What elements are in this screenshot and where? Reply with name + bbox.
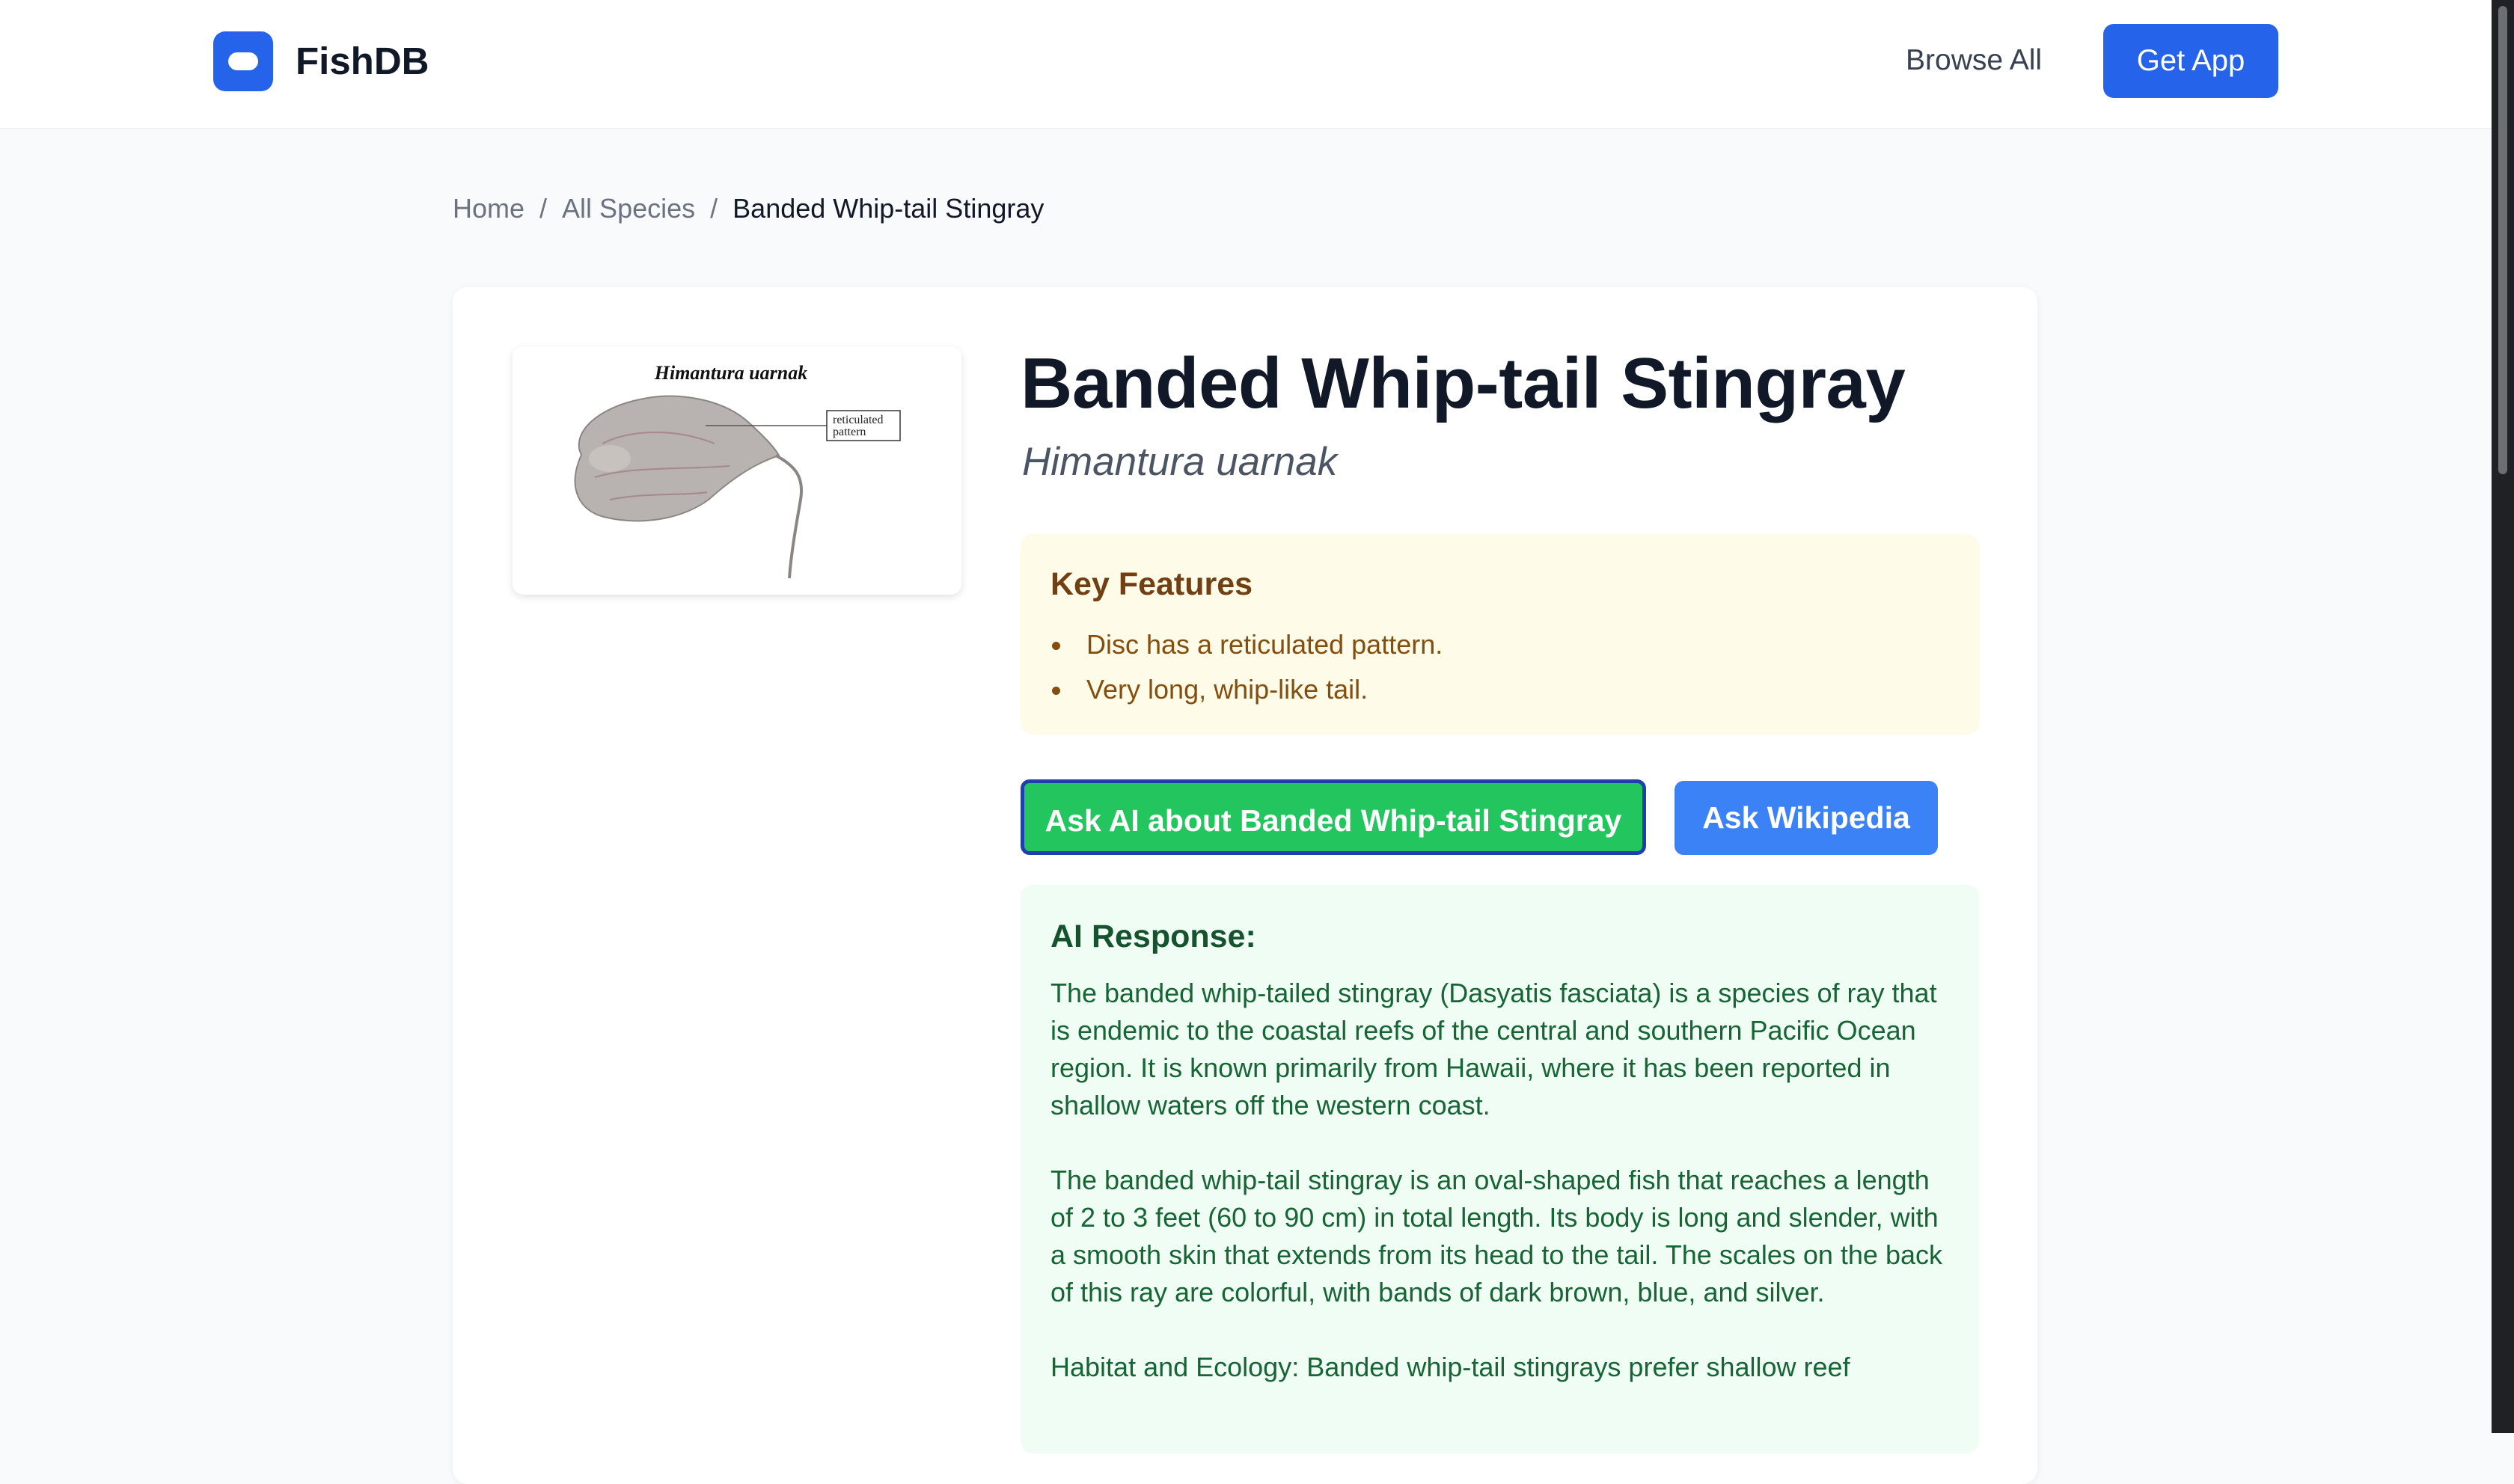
label-text-1: reticulated — [833, 414, 884, 426]
ask-wikipedia-button[interactable]: Ask Wikipedia — [1675, 781, 1938, 855]
ray-tail — [775, 454, 804, 579]
key-features-list: Disc has a reticulated pattern. Very lon… — [1050, 622, 1443, 712]
breadcrumb-all-species[interactable]: All Species — [562, 193, 695, 224]
ai-response-panel: AI Response: The banded whip-tailed stin… — [1021, 885, 1979, 1453]
feature-item: Disc has a reticulated pattern. — [1050, 622, 1443, 667]
page-scrollbar[interactable] — [2492, 0, 2514, 1433]
ai-response-paragraph: The banded whip-tailed stingray (Dasyati… — [1050, 978, 1937, 1120]
ai-response-body: The banded whip-tailed stingray (Dasyati… — [1050, 975, 1956, 1423]
species-image: Himantura uarnak reticulated pattern — [513, 346, 961, 595]
species-title: Banded Whip-tail Stingray — [1021, 343, 1906, 423]
ai-response-title: AI Response: — [1050, 919, 1256, 954]
feature-item: Very long, whip-like tail. — [1050, 667, 1443, 712]
breadcrumb-separator: / — [539, 193, 548, 224]
app-logo-icon[interactable] — [213, 31, 273, 91]
key-features-panel: Key Features Disc has a reticulated patt… — [1021, 534, 1979, 735]
ask-ai-button[interactable]: Ask AI about Banded Whip-tail Stingray — [1021, 779, 1646, 855]
label-text-2: pattern — [833, 426, 866, 438]
browse-all-link[interactable]: Browse All — [1906, 41, 2042, 80]
breadcrumb-separator: / — [710, 193, 718, 224]
key-features-title: Key Features — [1050, 566, 1253, 602]
stingray-illustration: Himantura uarnak reticulated pattern — [574, 362, 901, 579]
ai-response-paragraph: The banded whip-tail stingray is an oval… — [1050, 1165, 1942, 1307]
scrollbar-thumb[interactable] — [2498, 6, 2507, 474]
ai-response-paragraph: Habitat and Ecology: Banded whip-tail st… — [1050, 1352, 1850, 1382]
top-navbar: FishDB Browse All Get App — [0, 0, 2492, 129]
breadcrumb-home[interactable]: Home — [453, 193, 524, 224]
scientific-name: Himantura uarnak — [1022, 440, 1338, 484]
image-caption: Himantura uarnak — [654, 362, 807, 384]
breadcrumb-current: Banded Whip-tail Stingray — [733, 193, 1045, 224]
breadcrumb: Home / All Species / Banded Whip-tail Stingr… — [453, 190, 1044, 227]
brand-name[interactable]: FishDB — [296, 37, 429, 85]
get-app-button[interactable]: Get App — [2103, 24, 2278, 98]
